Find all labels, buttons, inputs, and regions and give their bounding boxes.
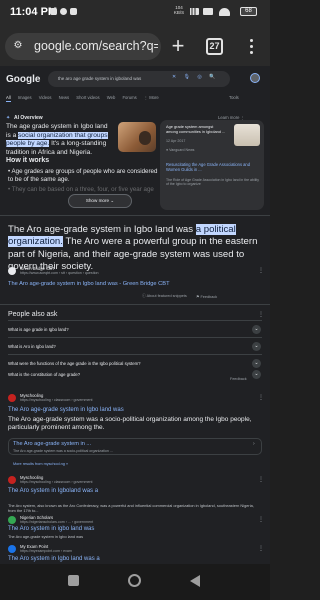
- home-button[interactable]: [128, 574, 141, 587]
- more-options-icon[interactable]: ⋮: [258, 516, 264, 523]
- result-title[interactable]: The Aro age-grade system in Igbo land wa…: [8, 407, 124, 413]
- messenger-icon: [60, 8, 67, 15]
- feedback-link[interactable]: Feedback: [230, 377, 247, 381]
- result-title[interactable]: The Aro system in igbo land was: [8, 526, 94, 532]
- tab-news[interactable]: News: [59, 95, 69, 100]
- search-box-icons[interactable]: ✕ 🎙 ◎ 🔍: [172, 74, 218, 80]
- show-more-button[interactable]: Show more ⌄: [68, 194, 132, 208]
- ai-image-figure: [139, 131, 151, 145]
- source-date: 12 Apr 2017: [166, 139, 186, 143]
- about-snippets-link[interactable]: ⓘ About featured snippets: [142, 294, 187, 299]
- wifi-icon: [219, 8, 230, 16]
- paa-question[interactable]: What is age grade in Igbo land? ⌄: [8, 320, 262, 337]
- google-logo[interactable]: Google: [6, 74, 40, 85]
- paa-question[interactable]: What is the constitution of age grade? ⌄: [8, 362, 262, 379]
- tab-web[interactable]: Web: [107, 95, 116, 100]
- bullet-item: • Age grades are groups of people who ar…: [8, 168, 158, 183]
- tab-all[interactable]: All: [6, 95, 11, 102]
- source-snippet-2: The Role of Age Grade Association in Igb…: [166, 178, 260, 187]
- source-title[interactable]: Age grade system amongst among communiti…: [166, 124, 226, 135]
- tab-more[interactable]: ⋮ More: [144, 95, 159, 100]
- chevron-down-icon: ⌄: [252, 325, 261, 334]
- bullet-item-faded: • They can be based on a three, four, or…: [8, 186, 154, 193]
- snippet-link[interactable]: The Aro age-grade system in Igbo land wa…: [8, 281, 170, 287]
- more-options-icon[interactable]: ⋮: [258, 476, 264, 483]
- more-options-icon[interactable]: ⋮: [258, 394, 264, 401]
- tab-images[interactable]: Images: [18, 95, 32, 100]
- browser-menu-button[interactable]: [248, 36, 254, 56]
- notification-icon: [50, 8, 57, 15]
- result-title[interactable]: The Aro system in Igboland was a: [8, 488, 98, 494]
- more-results-link[interactable]: More results from myschool.ng »: [13, 462, 68, 466]
- app-icon: [70, 8, 77, 15]
- result-title[interactable]: The Aro system in Igbo land was a: [8, 556, 100, 562]
- tab-videos[interactable]: Videos: [39, 95, 52, 100]
- site-favicon: [8, 516, 16, 524]
- result-snippet: The Aro age-grade system in Igbo land wa…: [8, 534, 84, 539]
- result-snippet: The Aro system, also known as the Aro Co…: [8, 503, 254, 513]
- search-tabs: All Images Videos News Short videos Web …: [6, 95, 165, 103]
- tab-short-videos[interactable]: Short videos: [76, 95, 99, 100]
- more-options-icon[interactable]: ⋮: [258, 267, 264, 274]
- ai-overview-icon: ✦: [6, 115, 11, 121]
- source-thumbnail: [234, 124, 260, 146]
- paa-question-text: What is Aro in Igbo land?: [8, 344, 56, 349]
- source-site: ● Vanguard News: [166, 148, 195, 152]
- search-query[interactable]: the aro age grade system in igboland was: [58, 76, 141, 81]
- result-url[interactable]: https://nigerianscholars.com › ... › gov…: [20, 520, 93, 524]
- ai-overview-title: AI Overview: [14, 115, 43, 121]
- sub-result-snippet: The Aro age-grade system was a socio-pol…: [13, 449, 113, 453]
- ai-overview-text: The age grade system in Igbo land is a s…: [6, 123, 114, 157]
- more-options-icon[interactable]: ⋮: [258, 311, 264, 318]
- source-title-2[interactable]: Resuscitating the Age Grade Associations…: [166, 162, 260, 172]
- snippet-part: The Aro age-grade system in Igbo land wa…: [8, 224, 194, 235]
- people-also-ask-title: People also ask: [8, 311, 58, 318]
- paa-question-text: What is age grade in Igbo land?: [8, 327, 69, 332]
- account-avatar[interactable]: [250, 73, 260, 83]
- signal-icon-2: [203, 8, 213, 15]
- divider: [0, 215, 270, 216]
- net-speed: 104 KB/S: [173, 5, 185, 15]
- url-text[interactable]: google.com/search?q=the: [34, 39, 158, 53]
- paa-question-text: What is the constitution of age grade?: [8, 372, 81, 377]
- sub-result-title[interactable]: The Aro age-grade system in ...: [13, 441, 91, 447]
- battery-icon: 68: [240, 7, 257, 16]
- result-url[interactable]: https://myschooling › classroom › govern…: [20, 398, 93, 402]
- back-button[interactable]: [190, 575, 200, 587]
- divider: [0, 304, 270, 305]
- more-options-icon[interactable]: ⋮: [258, 545, 264, 552]
- tab-forums[interactable]: Forums: [122, 95, 136, 100]
- result-url[interactable]: https://myexampoint.com › exam: [20, 549, 72, 553]
- chevron-down-icon: ⌄: [252, 370, 261, 379]
- result-snippet: The Aro age-grade system was a socio-pol…: [8, 416, 252, 432]
- feedback-link[interactable]: ⚑ Feedback: [196, 294, 217, 299]
- chevron-down-icon: ⌄: [252, 342, 261, 351]
- site-favicon: [8, 545, 16, 553]
- site-favicon: [8, 476, 16, 484]
- snippet-url[interactable]: https://www.aceqbt.com › stt › question …: [20, 271, 99, 275]
- how-it-works-heading: How it works: [6, 157, 50, 164]
- chevron-right-icon[interactable]: ›: [253, 441, 255, 447]
- paa-question[interactable]: What is Aro in Igbo land? ⌄: [8, 337, 262, 354]
- recents-button[interactable]: [68, 575, 79, 586]
- site-settings-icon[interactable]: ⚙: [10, 38, 26, 54]
- site-favicon: [8, 267, 16, 275]
- new-tab-button[interactable]: +: [170, 34, 186, 58]
- result-url[interactable]: https://myschooling › classroom › govern…: [20, 480, 93, 484]
- tab-switcher-button[interactable]: 27: [206, 38, 223, 55]
- signal-icon: [189, 8, 199, 15]
- tools-button[interactable]: Tools: [229, 95, 239, 100]
- site-favicon: [8, 394, 16, 402]
